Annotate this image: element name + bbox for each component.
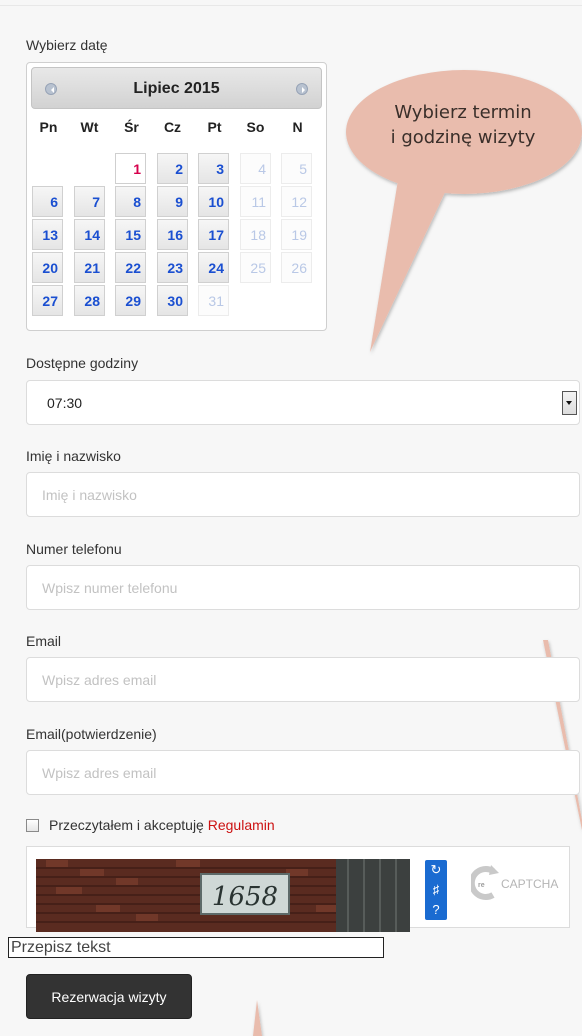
captcha-box: 1658 ↻ ♯ ? re CAPTCHA [26,846,571,932]
calendar-day[interactable]: 24 [198,252,229,283]
calendar-day[interactable]: 6 [32,186,63,217]
recaptcha-prefix: re [478,882,485,889]
calendar-day: 19 [281,219,312,250]
email-confirm-input[interactable] [26,750,580,795]
calendar-day: 31 [198,285,229,316]
top-divider [0,5,582,6]
name-label: Imię i nazwisko [26,448,121,464]
calendar-day[interactable]: 9 [157,186,188,217]
terms-checkbox[interactable] [26,819,39,832]
annotation-line-1: Wybierz termin [394,102,532,123]
next-month-icon[interactable] [296,83,308,95]
refresh-icon[interactable]: ↻ [425,860,447,880]
calendar-month-title: Lipiec 2015 [133,80,220,97]
calendar-day[interactable]: 29 [115,285,146,316]
weekday-label: Śr [124,119,139,135]
calendar-day[interactable]: 30 [157,285,188,316]
calendar-day[interactable]: 8 [115,186,146,217]
weekday-label: Pn [39,119,58,135]
calendar-day[interactable]: 23 [157,252,188,283]
recaptcha-text: CAPTCHA [501,877,559,891]
calendar-label: Wybierz datę [26,37,108,53]
datepicker: Lipiec 2015 Pn Wt Śr Cz Pt So N 12345678… [26,62,327,331]
weekday-label: Cz [163,119,182,135]
dropdown-arrow-icon[interactable] [562,391,577,415]
calendar-day[interactable]: 2 [157,153,188,184]
prev-month-icon[interactable] [45,83,57,95]
hours-selected-value: 07:30 [47,395,83,411]
hours-label: Dostępne godziny [26,355,139,371]
phone-label: Numer telefonu [26,541,122,557]
name-input[interactable] [26,472,580,517]
calendar-day: 26 [281,252,312,283]
email-label: Email [26,633,62,649]
weekday-label: Pt [207,119,222,135]
calendar-day[interactable]: 1 [115,153,146,184]
email-confirm-label: Email(potwierdzenie) [26,726,157,742]
submit-reservation-button[interactable]: Rezerwacja wizyty [26,974,192,1019]
annotation-text: Wybierz termin i godzinę wizyty [354,100,572,150]
calendar-day[interactable]: 10 [198,186,229,217]
calendar-day[interactable]: 21 [74,252,105,283]
calendar-day[interactable]: 22 [115,252,146,283]
calendar-day[interactable]: 28 [74,285,105,316]
audio-icon[interactable]: ♯ [425,880,447,900]
calendar-day[interactable]: 14 [74,219,105,250]
calendar-day: 18 [240,219,271,250]
captcha-image: 1658 [36,859,410,932]
captcha-controls: ↻ ♯ ? [425,860,447,920]
captcha-input[interactable] [8,937,384,958]
calendar-day[interactable]: 13 [32,219,63,250]
calendar-day[interactable]: 27 [32,285,63,316]
calendar-day: 11 [240,186,271,217]
recaptcha-logo-icon: re [468,865,499,900]
calendar-day[interactable]: 3 [198,153,229,184]
annotation-line-2: i godzinę wizyty [390,127,536,148]
calendar-day: 4 [240,153,271,184]
captcha-image-text: 1658 [212,882,278,912]
calendar-header: Lipiec 2015 [31,67,322,109]
calendar-day[interactable]: 15 [115,219,146,250]
weekday-label: So [246,119,265,135]
email-input[interactable] [26,657,580,702]
help-icon[interactable]: ? [425,900,447,920]
recaptcha-logo: re CAPTCHA [468,861,571,911]
terms-label: Przeczytałem i akceptuję Regulamin [49,817,275,833]
calendar-day: 5 [281,153,312,184]
calendar-day: 12 [281,186,312,217]
hours-select[interactable]: 07:30 [26,380,580,425]
calendar-day[interactable]: 16 [157,219,188,250]
calendar-day: 25 [240,252,271,283]
calendar-day[interactable]: 7 [74,186,105,217]
terms-text: Przeczytałem i akceptuję [49,817,208,833]
terms-link[interactable]: Regulamin [208,817,275,833]
phone-input[interactable] [26,565,580,610]
calendar-day[interactable]: 17 [198,219,229,250]
weekday-label: Wt [80,119,99,135]
calendar-day[interactable]: 20 [32,252,63,283]
weekday-label: N [292,119,303,135]
